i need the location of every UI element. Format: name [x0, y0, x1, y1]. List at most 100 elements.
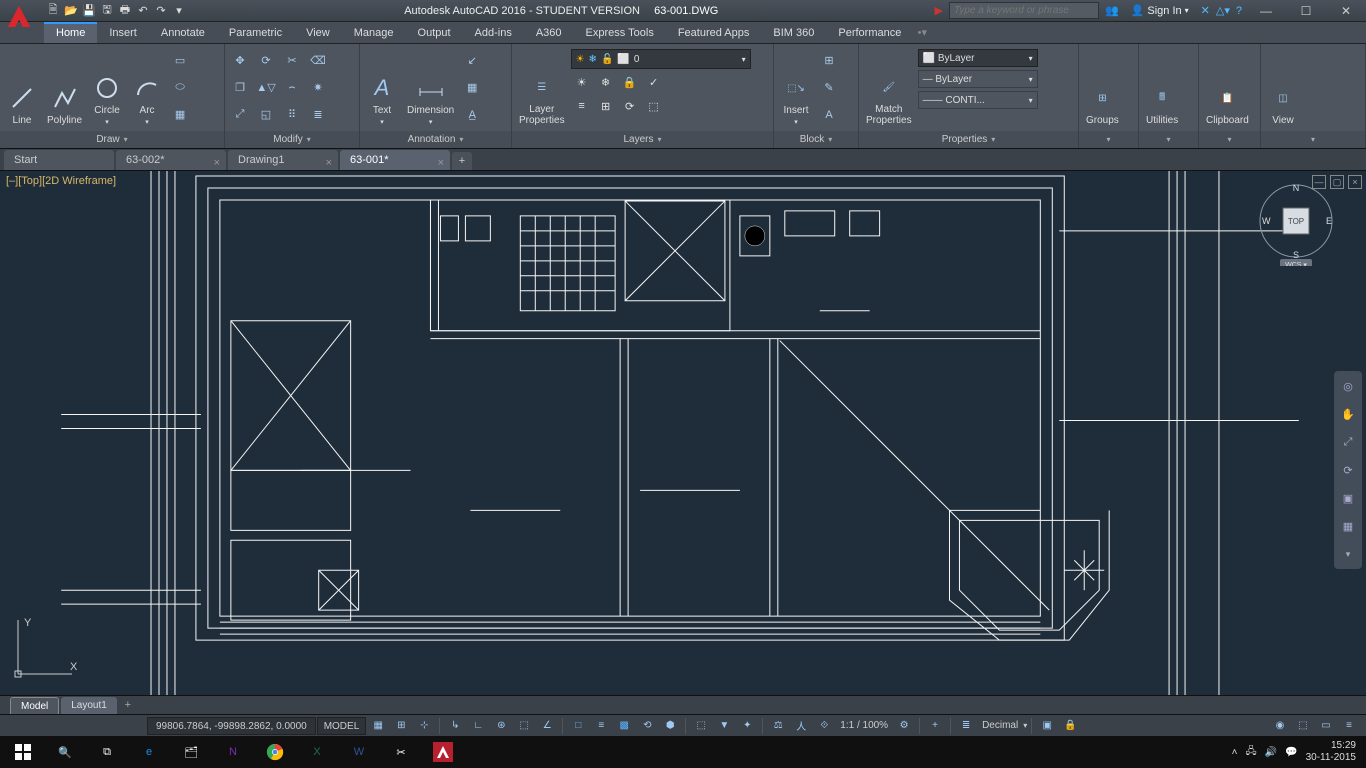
ellipse-icon[interactable]: ⬭ — [168, 76, 192, 100]
tray-network-icon[interactable]: 🖧 — [1246, 744, 1257, 761]
qat-plot-icon[interactable]: 🖶 — [116, 2, 134, 20]
insert-block-button[interactable]: ⬚↘Insert▾ — [777, 47, 815, 128]
maximize-button[interactable]: ☐ — [1286, 0, 1326, 22]
close-icon[interactable]: × — [214, 153, 220, 173]
filetab-63-001[interactable]: 63-001*× — [340, 150, 450, 170]
search-trigger-icon[interactable]: ▶ — [935, 4, 943, 17]
tab-bim360[interactable]: BIM 360 — [761, 22, 826, 43]
autoscale-icon[interactable]: ⟐ — [813, 717, 835, 735]
panel-utilities-title[interactable] — [1139, 131, 1198, 148]
search-input[interactable] — [949, 2, 1099, 19]
layer-tool4-icon[interactable]: ✓ — [643, 71, 665, 93]
panel-block-title[interactable]: Block — [774, 131, 858, 148]
attr-block-icon[interactable]: A — [817, 103, 841, 127]
add-filetab-button[interactable]: + — [452, 152, 472, 170]
a360-icon[interactable]: △▾ — [1216, 4, 1230, 17]
filetab-start[interactable]: Start — [4, 150, 114, 170]
search-taskbar-icon[interactable]: 🔍 — [44, 737, 86, 767]
explode-icon[interactable]: ✷ — [306, 76, 330, 100]
system-clock[interactable]: 15:29 30-11-2015 — [1306, 740, 1356, 764]
layer-tool-icon[interactable]: ☀ — [571, 71, 593, 93]
qat-dropdown-icon[interactable]: ▾ — [170, 2, 188, 20]
rectangle-icon[interactable]: ▭ — [168, 49, 192, 73]
layer-tool6-icon[interactable]: ⊞ — [595, 95, 617, 117]
lineweight-icon[interactable]: ≡ — [590, 717, 612, 735]
grid-icon[interactable]: ▦ — [367, 717, 389, 735]
linetype-dropdown[interactable]: —— CONTI...▾ — [918, 91, 1038, 109]
navbar-drop-icon[interactable]: ▾ — [1337, 543, 1359, 565]
tab-parametric[interactable]: Parametric — [217, 22, 294, 43]
quickprops-icon[interactable]: ▣ — [1036, 717, 1058, 735]
cleanscreen-icon[interactable]: ▭ — [1315, 717, 1337, 735]
app-menu-button[interactable] — [0, 0, 38, 34]
match-properties-button[interactable]: 🖌Match Properties — [862, 47, 916, 128]
osnap-icon[interactable]: □ — [567, 717, 589, 735]
layer-dropdown[interactable]: ☀❄🔓⬜0▾ — [571, 49, 751, 69]
viewcube[interactable]: N S W E TOP WCS ▾ — [1256, 181, 1336, 266]
copy-icon[interactable]: ❐ — [228, 76, 252, 100]
qat-save-icon[interactable]: 💾 — [80, 2, 98, 20]
tab-insert[interactable]: Insert — [97, 22, 149, 43]
units-icon[interactable]: ≣ — [955, 717, 977, 735]
dynamic-input-icon[interactable]: ↳ — [444, 717, 466, 735]
polyline-button[interactable]: Polyline — [43, 47, 86, 128]
excel-icon[interactable]: X — [296, 737, 338, 767]
scale-icon[interactable]: ◱ — [254, 103, 278, 127]
text-button[interactable]: AText▾ — [363, 47, 401, 128]
drawing-canvas[interactable]: [‒][Top][2D Wireframe] — ▢ × N S W E TOP… — [0, 171, 1366, 695]
rotate-icon[interactable]: ⟳ — [254, 49, 278, 73]
hatch-icon[interactable]: ▦ — [168, 103, 192, 127]
pan-icon[interactable]: ✋ — [1337, 403, 1359, 425]
layer-properties-button[interactable]: ☰Layer Properties — [515, 47, 569, 128]
panel-properties-title[interactable]: Properties — [859, 131, 1078, 148]
customize-status-icon[interactable]: ≡ — [1338, 717, 1360, 735]
color-dropdown[interactable]: ⬜ ByLayer▾ — [918, 49, 1038, 67]
3dosnap-icon[interactable]: ⬢ — [659, 717, 681, 735]
panel-clipboard-title[interactable] — [1199, 131, 1260, 148]
layout-layout1[interactable]: Layout1 — [61, 697, 117, 714]
tab-overflow-icon[interactable]: •▾ — [913, 22, 931, 43]
tab-performance[interactable]: Performance — [826, 22, 913, 43]
explorer-icon[interactable]: 🗂 — [170, 737, 212, 767]
tab-view[interactable]: View — [294, 22, 342, 43]
lock-ui-icon[interactable]: 🔒 — [1059, 717, 1081, 735]
circle-button[interactable]: Circle▾ — [88, 47, 126, 128]
qat-saveas-icon[interactable]: 🖫 — [98, 2, 116, 20]
close-icon[interactable]: × — [326, 153, 332, 173]
qat-open-icon[interactable]: 📂 — [62, 2, 80, 20]
leader-icon[interactable]: ↙ — [460, 49, 484, 73]
array-icon[interactable]: ⠿ — [280, 103, 304, 127]
orbit-icon[interactable]: ⟳ — [1337, 459, 1359, 481]
selection-cycling-icon[interactable]: ⟲ — [636, 717, 658, 735]
mirror-icon[interactable]: ▲▽ — [254, 76, 278, 100]
panel-view-title[interactable] — [1261, 131, 1365, 148]
tray-up-icon[interactable]: ˄ — [1232, 747, 1238, 758]
line-button[interactable]: Line — [3, 47, 41, 128]
tab-output[interactable]: Output — [406, 22, 463, 43]
filetab-63-002[interactable]: 63-002*× — [116, 150, 226, 170]
filetab-drawing1[interactable]: Drawing1× — [228, 150, 338, 170]
offset-icon[interactable]: ≣ — [306, 103, 330, 127]
polar-icon[interactable]: ⊛ — [490, 717, 512, 735]
signin-button[interactable]: 👤Sign In▾ — [1125, 4, 1195, 17]
dimension-button[interactable]: Dimension▾ — [403, 47, 458, 128]
annotation-monitor-icon[interactable]: + — [924, 717, 946, 735]
clipboard-button[interactable]: 📋Clipboard — [1202, 47, 1253, 128]
hardware-accel-icon[interactable]: ◉ — [1269, 717, 1291, 735]
groups-button[interactable]: ⊞Groups — [1082, 47, 1123, 128]
tab-featuredapps[interactable]: Featured Apps — [666, 22, 762, 43]
move-icon[interactable]: ✥ — [228, 49, 252, 73]
gizmo-icon[interactable]: ✦ — [736, 717, 758, 735]
scale-readout[interactable]: 1:1 / 100% — [836, 720, 892, 731]
help-icon[interactable]: ? — [1236, 5, 1242, 17]
annovisibility-icon[interactable]: 人 — [790, 717, 812, 735]
tray-volume-icon[interactable]: 🔊 — [1265, 747, 1277, 758]
viewport-label[interactable]: [‒][Top][2D Wireframe] — [6, 175, 116, 187]
lineweight-dropdown[interactable]: — ByLayer▾ — [918, 70, 1038, 88]
showmotion2-icon[interactable]: ▦ — [1337, 515, 1359, 537]
arc-button[interactable]: Arc▾ — [128, 47, 166, 128]
onenote-icon[interactable]: N — [212, 737, 254, 767]
start-button[interactable] — [2, 737, 44, 767]
minimize-button[interactable]: — — [1246, 0, 1286, 22]
workspace-switch-icon[interactable]: ⚙ — [893, 717, 915, 735]
